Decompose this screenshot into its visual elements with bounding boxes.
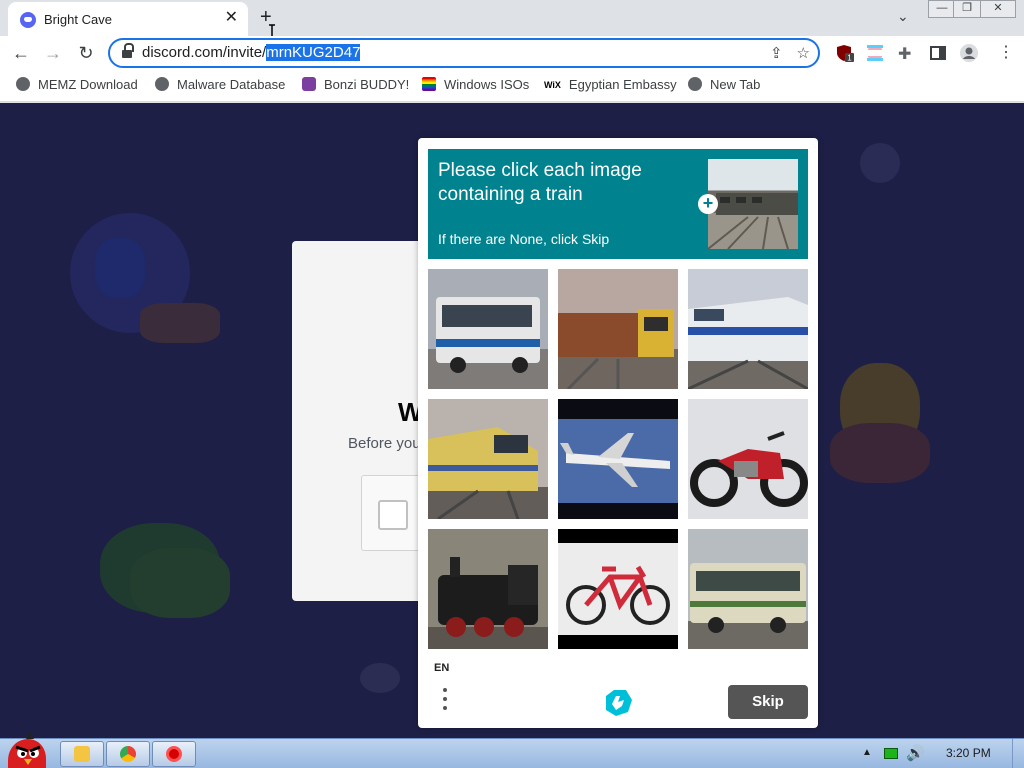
taskbar-explorer-button[interactable] (60, 741, 104, 767)
rainbow-flag-icon (422, 77, 436, 91)
challenge-image-1[interactable] (428, 269, 548, 389)
tab-search-chevron-icon[interactable]: ⌄ (897, 8, 909, 25)
opera-icon (166, 746, 182, 762)
close-window-button[interactable]: ✕ (980, 0, 1016, 18)
skip-button[interactable]: Skip (728, 685, 808, 719)
challenge-image-3[interactable] (688, 269, 808, 389)
challenge-image-grid (428, 269, 808, 649)
chrome-icon (120, 746, 136, 762)
bookmark-star-icon[interactable]: ☆ (797, 45, 810, 62)
bookmark-memz-download[interactable]: MEMZ Download (16, 77, 138, 92)
back-arrow-icon[interactable]: ← (10, 42, 32, 64)
hcaptcha-logo-icon[interactable] (600, 686, 634, 718)
bookmark-egyptian-embassy[interactable]: WiX Egyptian Embassy (544, 77, 677, 94)
close-tab-icon[interactable]: ✕ (225, 10, 238, 26)
taskbar-chrome-button[interactable] (106, 741, 150, 767)
screen: Bright Cave ✕ + ⌄ — ❐ ✕ ← → ↻ discord.co… (0, 0, 1024, 768)
modal-subtext: Before you (348, 435, 421, 452)
expand-example-icon[interactable]: + (698, 194, 718, 214)
bookmark-label: Bonzi BUDDY! (324, 77, 410, 92)
url-selected-text: mrnKUG2D47 (266, 44, 361, 61)
ublock-extension-icon[interactable]: 1 (836, 44, 854, 62)
extension-badge-count: 1 (847, 54, 852, 63)
challenge-image-8[interactable] (558, 529, 678, 649)
side-panel-icon[interactable] (929, 44, 947, 62)
challenge-image-2[interactable] (558, 269, 678, 389)
reload-icon[interactable]: ↻ (75, 42, 97, 64)
language-selector[interactable]: EN (434, 662, 449, 674)
bookmark-new-tab[interactable]: New Tab (688, 77, 760, 92)
volume-icon[interactable]: 🔊 (906, 744, 925, 762)
captcha-challenge: Please click each image containing a tra… (418, 138, 818, 728)
url-text: discord.com/invite/mrnKUG2D47 (142, 44, 361, 61)
bookmark-malware-database[interactable]: Malware Database (155, 77, 285, 92)
prompt-text: Please click each image containing a tra… (438, 160, 642, 205)
globe-icon (16, 77, 30, 91)
share-icon[interactable]: ⇪ (770, 45, 783, 62)
bookmark-label: Windows ISOs (444, 77, 530, 92)
browser-toolbar: ← → ↻ discord.com/invite/mrnKUG2D47 ⇪ ☆ 1… (0, 36, 1024, 70)
explorer-icon (74, 746, 90, 762)
bookmark-label: MEMZ Download (38, 77, 138, 92)
bookmarks-bar: MEMZ Download Malware Database Bonzi BUD… (0, 70, 1024, 102)
bonzi-icon (302, 77, 316, 91)
prompt-hint: If there are None, click Skip (438, 231, 610, 247)
show-desktop-button[interactable] (1012, 739, 1024, 768)
wix-icon: WiX (544, 80, 561, 90)
example-train-image (708, 159, 798, 249)
challenge-image-9[interactable] (688, 529, 808, 649)
forward-arrow-icon[interactable]: → (42, 42, 64, 64)
show-hidden-icons-icon[interactable]: ▲ (862, 747, 872, 758)
challenge-prompt: Please click each image containing a tra… (428, 149, 808, 259)
globe-icon (688, 77, 702, 91)
network-icon[interactable] (884, 748, 898, 759)
globe-icon (155, 77, 169, 91)
tab-bright-cave[interactable]: Bright Cave ✕ (8, 2, 248, 36)
bookmark-label: Malware Database (177, 77, 286, 92)
minimize-button[interactable]: — (928, 0, 956, 18)
more-menu-icon[interactable]: ⋮ (998, 44, 1016, 62)
bookmark-bonzi-buddy[interactable]: Bonzi BUDDY! (302, 77, 409, 92)
bookmark-label: New Tab (710, 77, 761, 92)
challenge-image-5[interactable] (558, 399, 678, 519)
discord-icon (20, 12, 36, 28)
bookmark-label: Egyptian Embassy (568, 77, 677, 92)
angry-birds-icon[interactable] (4, 731, 48, 768)
restore-button[interactable]: ❐ (953, 0, 981, 18)
taskbar-clock[interactable]: 3:20 PM (946, 746, 991, 760)
challenge-image-6[interactable] (688, 399, 808, 519)
trans-flag-extension-icon[interactable] (866, 44, 884, 62)
tab-strip: Bright Cave ✕ + ⌄ — ❐ ✕ (0, 0, 1024, 40)
challenge-image-4[interactable] (428, 399, 548, 519)
address-bar[interactable]: discord.com/invite/mrnKUG2D47 ⇪ ☆ (108, 38, 820, 68)
profile-avatar-icon[interactable] (960, 44, 978, 62)
extensions-puzzle-icon[interactable]: ✚ (898, 44, 916, 63)
taskbar-opera-button[interactable] (152, 741, 196, 767)
challenge-menu-icon[interactable] (440, 688, 450, 714)
tab-title: Bright Cave (44, 12, 112, 27)
windows-taskbar: ▲ 🔊 3:20 PM (0, 731, 1024, 768)
omnibox-actions: ⇪ ☆ (756, 44, 810, 62)
captcha-checkbox[interactable] (378, 500, 408, 530)
challenge-image-7[interactable] (428, 529, 548, 649)
lock-icon[interactable] (122, 43, 134, 59)
bookmark-windows-isos[interactable]: Windows ISOs (422, 77, 529, 92)
url-prefix: discord.com/invite/ (142, 44, 267, 61)
